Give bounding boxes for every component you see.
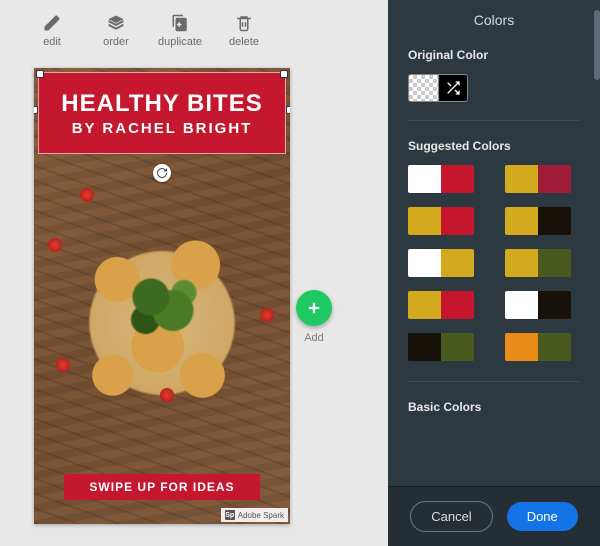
color-swatch[interactable] [408, 165, 474, 193]
resize-handle[interactable] [286, 106, 290, 114]
suggested-swatch-grid [408, 165, 580, 361]
swipe-banner[interactable]: SWIPE UP FOR IDEAS [64, 474, 260, 500]
add-label: Add [304, 332, 324, 344]
duplicate-icon [171, 14, 189, 32]
order-button[interactable]: order [84, 8, 148, 54]
title-sub: BY RACHEL BRIGHT [72, 120, 253, 137]
panel-title: Colors [388, 0, 600, 42]
delete-button[interactable]: delete [212, 8, 276, 54]
color-swatch[interactable] [505, 249, 571, 277]
editor-area: edit order duplicate delete HEALTHY BITE… [0, 0, 388, 546]
original-color-label: Original Color [408, 48, 580, 62]
layers-icon [107, 14, 125, 32]
trash-icon [235, 14, 253, 32]
food-image [50, 178, 274, 468]
colors-panel: Colors Original Color Suggested Colors B… [388, 0, 600, 546]
order-label: order [103, 36, 129, 48]
color-swatch[interactable] [408, 249, 474, 277]
design-canvas[interactable]: HEALTHY BITES BY RACHEL BRIGHT SWIPE UP … [34, 68, 290, 524]
toolbar: edit order duplicate delete [0, 8, 388, 54]
scrollbar[interactable] [594, 10, 600, 80]
done-button[interactable]: Done [507, 502, 578, 531]
color-swatch[interactable] [505, 333, 571, 361]
color-swatch[interactable] [505, 165, 571, 193]
add-circle [296, 290, 332, 326]
add-button[interactable]: Add [296, 290, 332, 344]
divider [408, 381, 580, 382]
cancel-button[interactable]: Cancel [410, 501, 492, 532]
edit-label: edit [43, 36, 61, 48]
title-main: HEALTHY BITES [61, 90, 262, 118]
pencil-icon [43, 14, 61, 32]
original-color-swatch[interactable] [408, 74, 580, 102]
delete-label: delete [229, 36, 259, 48]
resize-handle[interactable] [34, 106, 38, 114]
resize-handle[interactable] [280, 70, 288, 78]
edit-button[interactable]: edit [20, 8, 84, 54]
duplicate-button[interactable]: duplicate [148, 8, 212, 54]
panel-body: Original Color Suggested Colors Basic Co… [388, 42, 600, 486]
suggested-colors-label: Suggested Colors [408, 139, 580, 153]
plus-icon [305, 299, 323, 317]
color-swatch[interactable] [408, 333, 474, 361]
watermark: Sp Adobe Spark [221, 508, 288, 522]
shuffle-swatch [438, 74, 468, 102]
basic-colors-label: Basic Colors [408, 400, 580, 414]
watermark-badge: Sp [225, 510, 235, 520]
color-swatch[interactable] [505, 207, 571, 235]
color-swatch[interactable] [505, 291, 571, 319]
watermark-text: Adobe Spark [238, 511, 284, 520]
resize-handle[interactable] [36, 70, 44, 78]
panel-footer: Cancel Done [388, 486, 600, 546]
color-swatch[interactable] [408, 207, 474, 235]
divider [408, 120, 580, 121]
color-swatch[interactable] [408, 291, 474, 319]
title-banner[interactable]: HEALTHY BITES BY RACHEL BRIGHT [38, 72, 286, 154]
transparent-swatch [408, 74, 438, 102]
duplicate-label: duplicate [158, 36, 202, 48]
shuffle-icon [445, 80, 461, 96]
